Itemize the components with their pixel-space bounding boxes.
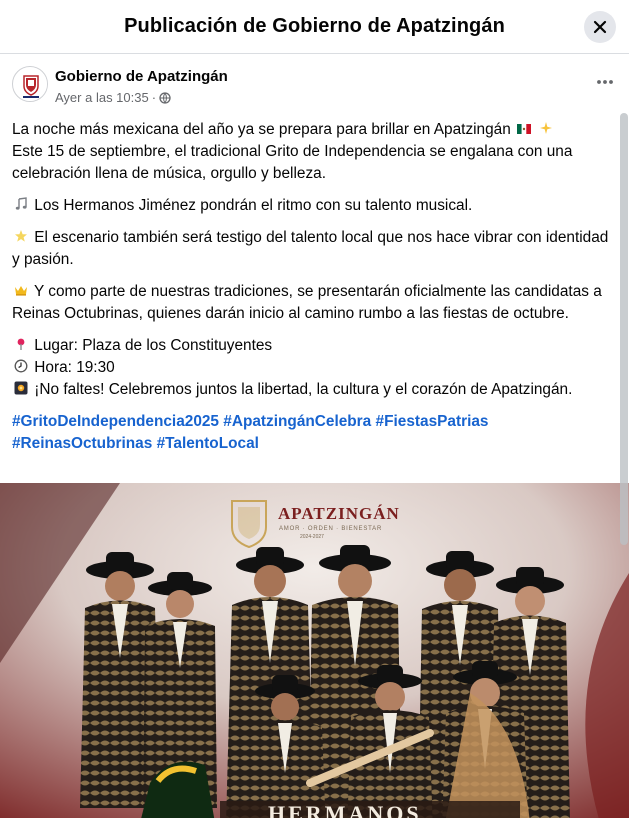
pin-icon <box>17 338 25 350</box>
time-line: Hora: 19:30 <box>12 357 620 379</box>
crown-icon <box>15 286 27 296</box>
post-header: Gobierno de Apatzingán Ayer a las 10:35 … <box>12 66 617 112</box>
closing-text: ¡No faltes! Celebremos juntos la liberta… <box>34 381 573 398</box>
music-notes-icon <box>15 197 27 210</box>
local-talent-text: El escenario también será testigo del ta… <box>12 229 609 268</box>
sparkles-icon <box>540 122 553 134</box>
meta-separator: · <box>151 90 157 105</box>
scrollbar-thumb[interactable] <box>620 113 628 545</box>
band-poster: APATZINGÁN AMOR · ORDEN · BIENESTAR 2024… <box>0 483 629 818</box>
paragraph-music: Los Hermanos Jiménez pondrán el ritmo co… <box>12 195 620 217</box>
fireworks-icon <box>14 381 28 395</box>
globe-icon[interactable] <box>159 91 171 104</box>
more-icon <box>597 80 613 84</box>
band-members-front-row <box>244 661 530 818</box>
more-options-button[interactable] <box>593 70 617 94</box>
post-scroll-area[interactable]: Gobierno de Apatzingán Ayer a las 10:35 … <box>0 55 629 818</box>
place-line: Lugar: Plaza de los Constituyentes <box>12 335 620 357</box>
avatar[interactable] <box>12 66 48 102</box>
hashtag-link[interactable]: #ReinasOctubrinas <box>12 435 152 452</box>
hashtag-link[interactable]: #FiestasPatrias <box>376 413 489 430</box>
logo-title: APATZINGÁN <box>278 504 400 523</box>
reinas-text: Y como parte de nuestras tradiciones, se… <box>12 283 602 322</box>
mexico-flag-icon <box>517 124 532 134</box>
modal-title: Publicación de Gobierno de Apatzingán <box>124 15 505 37</box>
post-image[interactable]: APATZINGÁN AMOR · ORDEN · BIENESTAR 2024… <box>0 483 629 818</box>
place-text: Lugar: Plaza de los Constituyentes <box>34 337 273 354</box>
band-name-text: HERMANOS <box>268 801 422 818</box>
logo-subtitle: AMOR · ORDEN · BIENESTAR <box>279 526 382 532</box>
paragraph-reinas: Y como parte de nuestras tradiciones, se… <box>12 281 620 325</box>
hashtag-link[interactable]: #GritoDeIndependencia2025 <box>12 413 219 430</box>
music-text: Los Hermanos Jiménez pondrán el ritmo co… <box>34 197 473 214</box>
post-meta: Ayer a las 10:35 · <box>55 90 171 105</box>
post-body: La noche más mexicana del año ya se prep… <box>12 119 620 455</box>
author-name[interactable]: Gobierno de Apatzingán <box>55 68 228 85</box>
paragraph-intro: La noche más mexicana del año ya se prep… <box>12 119 620 185</box>
star-icon <box>15 230 27 242</box>
hashtags: #GritoDeIndependencia2025 #ApatzingánCel… <box>12 411 620 455</box>
close-icon <box>593 20 607 34</box>
close-button[interactable] <box>584 11 616 43</box>
hashtag-link[interactable]: #TalentoLocal <box>157 435 259 452</box>
post-timestamp[interactable]: Ayer a las 10:35 <box>55 90 149 105</box>
logo-years: 2024-2027 <box>300 534 324 540</box>
intro-line-1: La noche más mexicana del año ya se prep… <box>12 121 511 138</box>
time-text: Hora: 19:30 <box>34 359 115 376</box>
modal-header: Publicación de Gobierno de Apatzingán <box>0 0 629 54</box>
intro-line-2: Este 15 de septiembre, el tradicional Gr… <box>12 143 573 182</box>
avatar-logo-icon <box>14 68 47 101</box>
clock-icon <box>14 359 28 373</box>
closing-line: ¡No faltes! Celebremos juntos la liberta… <box>12 379 620 401</box>
hashtag-link[interactable]: #ApatzingánCelebra <box>223 413 371 430</box>
paragraph-local-talent: El escenario también será testigo del ta… <box>12 227 620 271</box>
